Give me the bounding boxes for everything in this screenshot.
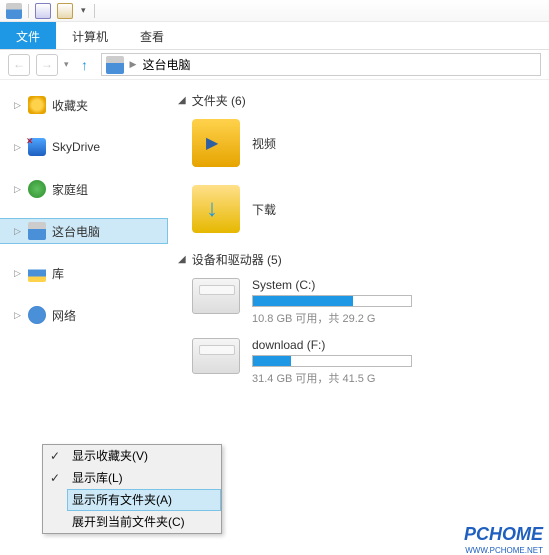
ctx-item-show-all-folders[interactable]: 显示所有文件夹(A) (43, 489, 221, 511)
nav-up-button[interactable]: ↑ (75, 55, 95, 75)
nav-history-dropdown[interactable]: ▾ (64, 59, 69, 70)
breadcrumb-crumb[interactable]: 这台电脑 (142, 56, 190, 73)
ctx-label: 显示所有文件夹(A) (67, 489, 221, 511)
breadcrumb-separator-icon: ▶ (130, 59, 137, 70)
folder-item-videos[interactable]: 视频 (192, 119, 549, 167)
expand-icon[interactable]: ▷ (14, 226, 22, 237)
drive-item-f[interactable]: download (F:) 31.4 GB 可用，共 41.5 G (192, 338, 549, 386)
sidebar-item-label: 家庭组 (52, 181, 88, 198)
drive-name: System (C:) (252, 278, 549, 292)
libraries-icon (28, 264, 46, 282)
qat-newfolder-icon[interactable] (57, 3, 73, 19)
qat-separator (28, 4, 29, 18)
drive-stat: 31.4 GB 可用，共 41.5 G (252, 370, 549, 386)
section-header-drives[interactable]: ◢ 设备和驱动器 (5) (178, 251, 549, 268)
sidebar-item-network[interactable]: ▷ 网络 (0, 302, 168, 328)
drive-icon (192, 338, 240, 374)
drive-info: System (C:) 10.8 GB 可用，共 29.2 G (252, 278, 549, 326)
ctx-label: 显示收藏夹(V) (67, 445, 221, 467)
drive-usage-fill (253, 296, 353, 306)
downloads-folder-icon (192, 185, 240, 233)
tab-file[interactable]: 文件 (0, 22, 56, 49)
qat-dropdown-icon[interactable]: ▾ (79, 5, 88, 16)
context-menu: ✓ 显示收藏夹(V) ✓ 显示库(L) 显示所有文件夹(A) 展开到当前文件夹(… (42, 444, 222, 534)
sidebar-item-homegroup[interactable]: ▷ 家庭组 (0, 176, 168, 202)
nav-forward-button[interactable]: → (36, 54, 58, 76)
address-box[interactable]: ▶ 这台电脑 (101, 53, 541, 76)
section-title: 设备和驱动器 (5) (192, 251, 282, 268)
pc-icon (28, 222, 46, 240)
drive-icon (192, 278, 240, 314)
sidebar-item-thispc[interactable]: ▷ 这台电脑 (0, 218, 168, 244)
expand-icon[interactable]: ▷ (14, 100, 22, 111)
qat-properties-icon[interactable] (35, 3, 51, 19)
ctx-label: 展开到当前文件夹(C) (67, 511, 221, 533)
titlebar-app-icon (6, 3, 22, 19)
sidebar-item-label: 网络 (52, 307, 76, 324)
sidebar-item-libraries[interactable]: ▷ 库 (0, 260, 168, 286)
folder-label: 下载 (252, 201, 276, 218)
titlebar: ▾ (0, 0, 549, 22)
tab-view[interactable]: 查看 (124, 22, 180, 49)
ribbon-tabs: 文件 计算机 查看 (0, 22, 549, 50)
ctx-item-show-libraries[interactable]: ✓ 显示库(L) (43, 467, 221, 489)
tab-computer[interactable]: 计算机 (56, 22, 124, 49)
drive-stat: 10.8 GB 可用，共 29.2 G (252, 310, 549, 326)
drive-item-c[interactable]: System (C:) 10.8 GB 可用，共 29.2 G (192, 278, 549, 326)
expand-icon[interactable]: ▷ (14, 142, 22, 153)
sidebar-item-label: 库 (52, 265, 64, 282)
section-header-folders[interactable]: ◢ 文件夹 (6) (178, 92, 549, 109)
collapse-icon[interactable]: ◢ (178, 95, 186, 106)
drive-name: download (F:) (252, 338, 549, 352)
expand-icon[interactable]: ▷ (14, 184, 22, 195)
network-icon (28, 306, 46, 324)
ctx-item-show-favorites[interactable]: ✓ 显示收藏夹(V) (43, 445, 221, 467)
videos-folder-icon (192, 119, 240, 167)
collapse-icon[interactable]: ◢ (178, 254, 186, 265)
check-icon: ✓ (43, 449, 67, 463)
sidebar-item-label: 这台电脑 (52, 223, 100, 240)
folder-item-downloads[interactable]: 下载 (192, 185, 549, 233)
ctx-item-expand-current[interactable]: 展开到当前文件夹(C) (43, 511, 221, 533)
expand-icon[interactable]: ▷ (14, 310, 22, 321)
watermark: PCHOME (464, 524, 543, 545)
star-icon (28, 96, 46, 114)
ctx-label: 显示库(L) (67, 467, 221, 489)
nav-back-button[interactable]: ← (8, 54, 30, 76)
drive-usage-bar (252, 295, 412, 307)
drive-info: download (F:) 31.4 GB 可用，共 41.5 G (252, 338, 549, 386)
homegroup-icon (28, 180, 46, 198)
check-icon: ✓ (43, 471, 67, 485)
section-title: 文件夹 (6) (192, 92, 246, 109)
folder-label: 视频 (252, 135, 276, 152)
drive-usage-bar (252, 355, 412, 367)
skydrive-icon (28, 138, 46, 156)
drive-usage-fill (253, 356, 291, 366)
expand-icon[interactable]: ▷ (14, 268, 22, 279)
sidebar-item-label: SkyDrive (52, 140, 100, 154)
sidebar-item-label: 收藏夹 (52, 97, 88, 114)
sidebar-item-skydrive[interactable]: ▷ SkyDrive (0, 134, 168, 160)
sidebar-item-favorites[interactable]: ▷ 收藏夹 (0, 92, 168, 118)
address-bar: ← → ▾ ↑ ▶ 这台电脑 (0, 50, 549, 80)
address-pc-icon (106, 56, 124, 74)
content-pane: ◢ 文件夹 (6) 视频 下载 ◢ 设备和驱动器 (5) System (C:)… (168, 80, 549, 551)
qat-separator-2 (94, 4, 95, 18)
